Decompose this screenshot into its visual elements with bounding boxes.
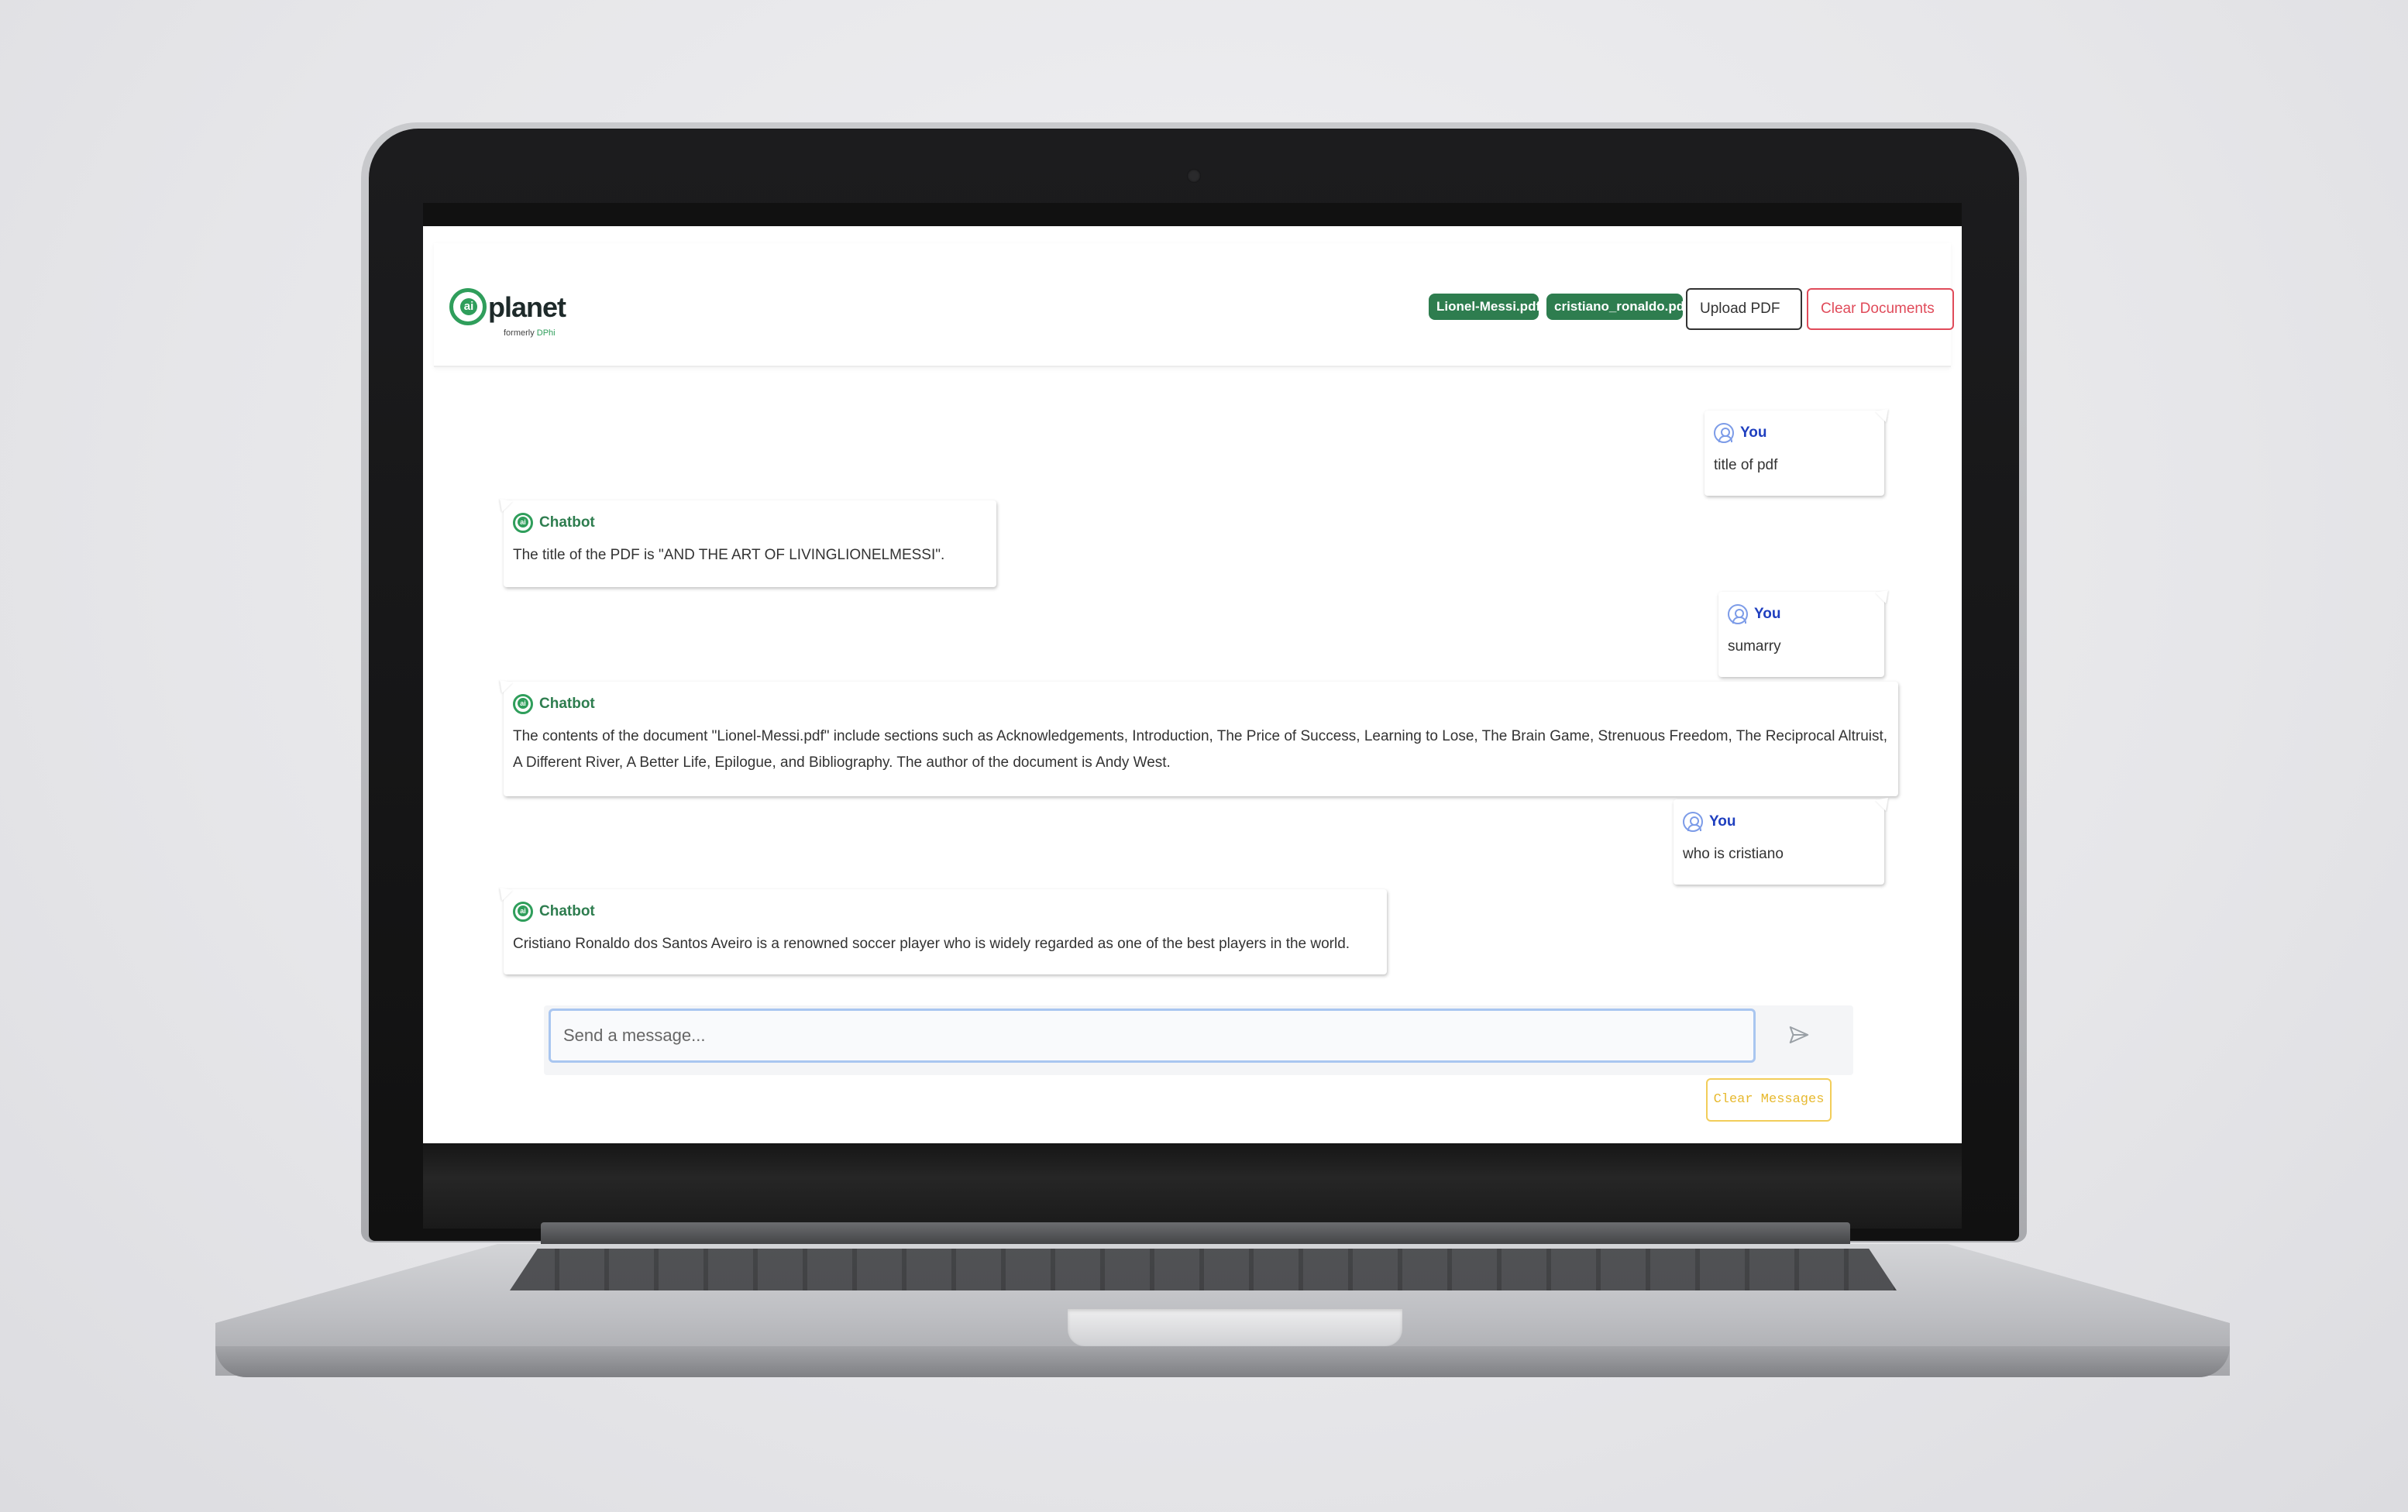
webcam [1187,169,1201,183]
message-user: You title of pdf [1705,411,1884,496]
message-text: The title of the PDF is "AND THE ART OF … [513,547,945,563]
document-chip-ronaldo[interactable]: cristiano_ronaldo.pdf [1546,294,1689,320]
message-text: The contents of the document "Lionel-Mes… [513,728,1888,771]
message-bot: Chatbot The contents of the document "Li… [504,682,1898,796]
logo-mark-icon: ai [449,288,487,325]
chatbot-avatar-icon [513,694,533,714]
message-text: who is cristiano [1683,846,1784,862]
message-composer [544,1005,1853,1075]
message-user: You who is cristiano [1674,799,1884,885]
user-avatar-icon [1728,604,1748,624]
chatbot-avatar-icon [513,902,533,922]
laptop-base-front [215,1346,2230,1377]
message-text: Cristiano Ronaldo dos Santos Aveiro is a… [513,936,1350,952]
message-text: sumarry [1728,638,1781,655]
message-author: You [1709,813,1736,830]
logo-wordmark: planet [488,291,566,323]
clear-messages-button[interactable]: Clear Messages [1706,1078,1832,1122]
message-input[interactable] [549,1009,1756,1063]
screen-top-edge [423,203,1962,226]
user-avatar-icon [1714,423,1734,443]
laptop-opening-notch [1068,1309,1402,1346]
upload-pdf-button[interactable]: Upload PDF [1686,288,1802,330]
message-bot: Chatbot Cristiano Ronaldo dos Santos Ave… [504,889,1387,974]
message-bot: Chatbot The title of the PDF is "AND THE… [504,500,996,587]
document-chip-messi[interactable]: Lionel-Messi.pdf [1429,294,1540,320]
logo-mark-text: ai [460,298,477,315]
screen-bottom-bezel [423,1143,1962,1228]
logo-sub-accent: DPhi [536,328,556,338]
message-author: Chatbot [539,514,595,531]
message-author: You [1754,606,1781,622]
message-author: Chatbot [539,696,595,712]
laptop-keyboard [510,1249,1897,1290]
app-screen: ai planet formerly DPhi Lionel-Messi.pdf… [423,226,1962,1143]
logo-subtitle: formerly DPhi [504,328,556,338]
app-header: ai planet formerly DPhi Lionel-Messi.pdf… [434,243,1954,367]
message-text: title of pdf [1714,457,1778,473]
user-avatar-icon [1683,812,1703,832]
message-user: You sumarry [1718,592,1884,677]
send-icon [1789,1026,1809,1043]
send-button[interactable] [1784,1019,1815,1050]
chatbot-avatar-icon [513,513,533,533]
message-author: You [1740,424,1767,441]
message-author: Chatbot [539,903,595,919]
logo-sub-prefix: formerly [504,328,537,338]
clear-documents-button[interactable]: Clear Documents [1807,288,1954,330]
